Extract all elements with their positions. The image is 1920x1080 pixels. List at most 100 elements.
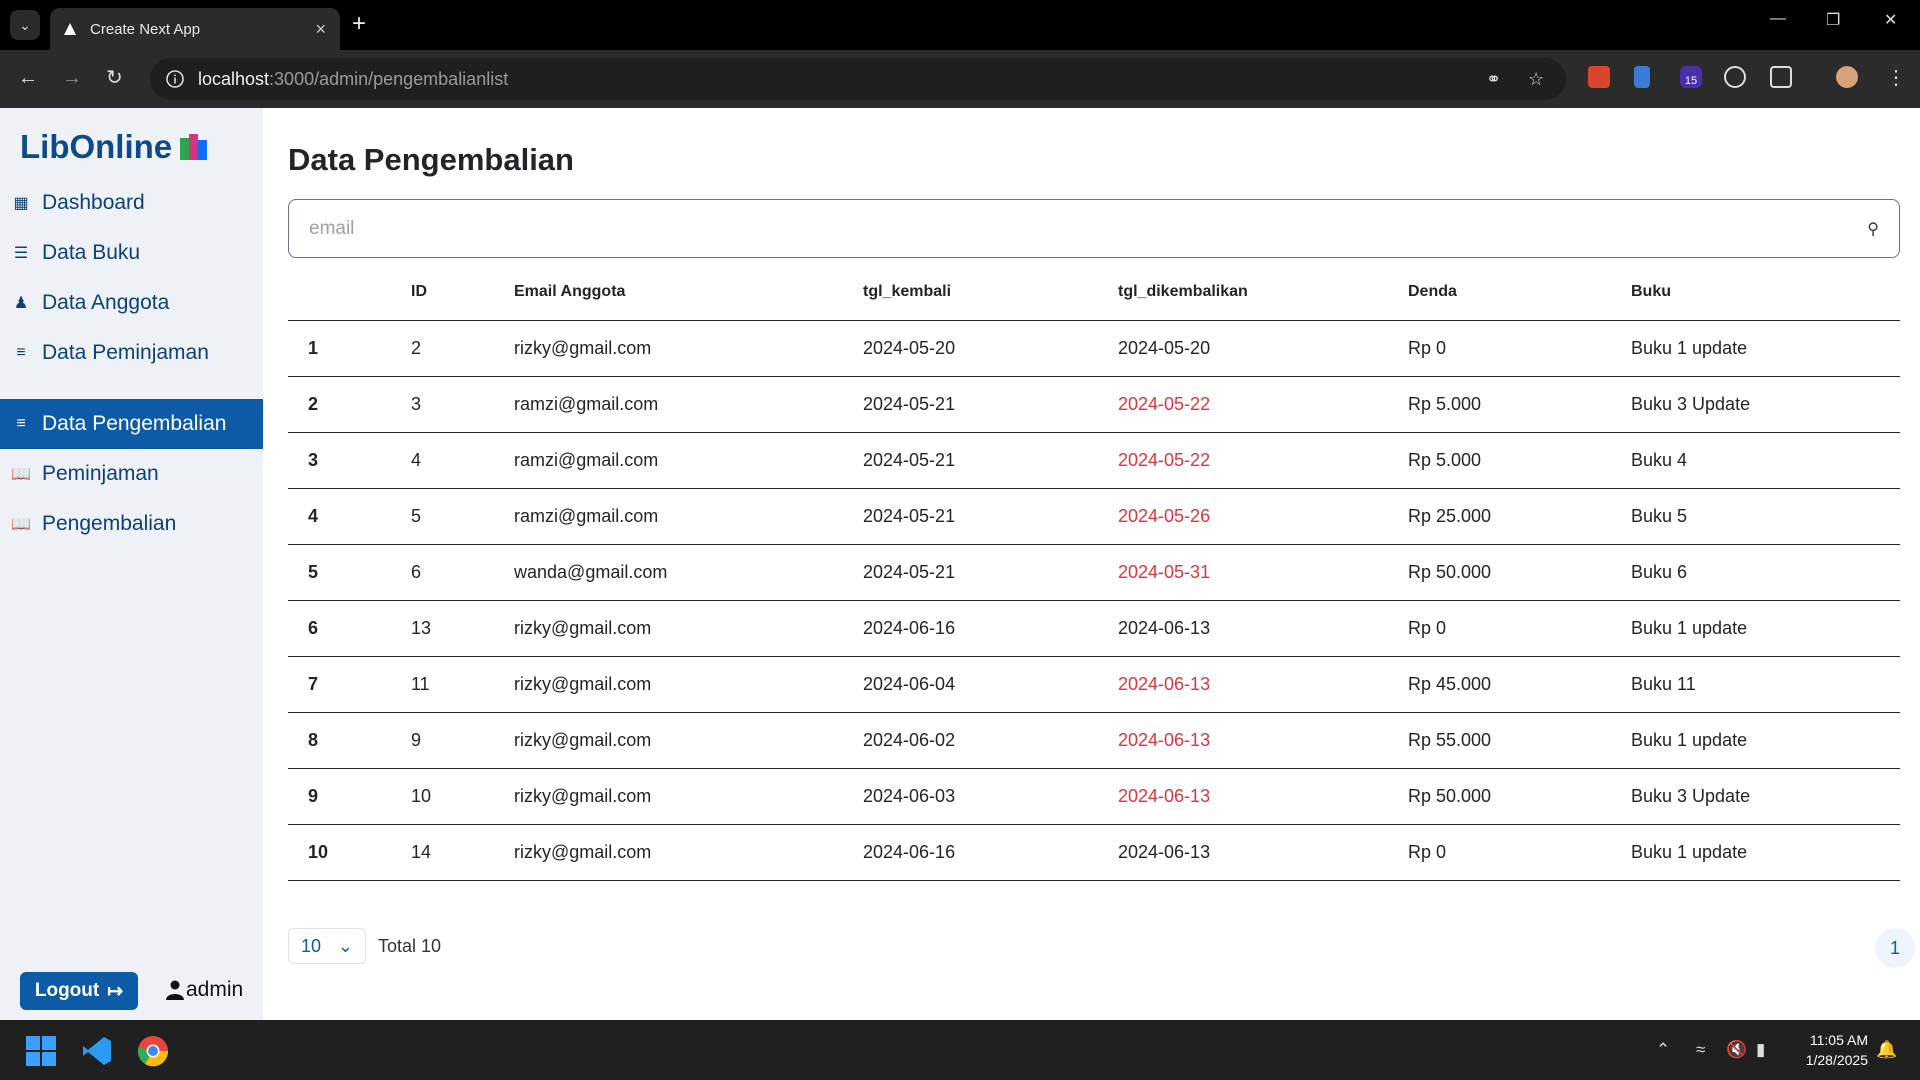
back-arrow-icon[interactable]: ← [18,65,38,91]
cell-id: 6 [411,544,514,601]
layers-icon: ≡ [16,415,26,432]
cell-buku: Buku 4 [1631,432,1900,489]
cell-denda: Rp 50.000 [1408,544,1631,601]
site-info-icon[interactable] [166,70,184,88]
vscode-icon[interactable] [80,1034,114,1068]
window-close-icon[interactable]: ✕ [1884,10,1897,30]
cell-tgl-dikembalikan: 2024-06-13 [1118,768,1408,825]
logout-button[interactable]: Logout ↦ [20,972,138,1010]
extension-docs-icon[interactable] [1634,66,1650,88]
battery-icon[interactable]: ▮ [1756,1040,1765,1060]
cell-tgl-dikembalikan: 2024-06-13 [1118,712,1408,769]
table-row: 4 5 ramzi@gmail.com 2024-05-21 2024-05-26 Rp … [288,488,1900,545]
cell-id: 14 [411,824,514,881]
table-row: 5 6 wanda@gmail.com 2024-05-21 2024-05-31 Rp … [288,544,1900,601]
cell-buku: Buku 3 Update [1631,768,1900,825]
cell-buku: Buku 6 [1631,544,1900,601]
sidebar-item-label: Peminjaman [42,462,159,485]
total-count: Total 10 [378,935,442,956]
table-row: 2 3 ramzi@gmail.com 2024-05-21 2024-05-22 Rp … [288,376,1900,433]
volume-muted-icon[interactable]: 🔇 [1726,1040,1747,1060]
table-row: 1 2 rizky@gmail.com 2024-05-20 2024-05-20 Rp … [288,320,1900,377]
browser-tab[interactable]: Create Next App × [50,8,340,50]
cell-buku: Buku 1 update [1631,600,1900,657]
cell-denda: Rp 55.000 [1408,712,1631,769]
user-icon [166,980,184,1000]
books-icon [180,134,208,160]
extension-badge-icon[interactable]: 15 [1680,66,1702,88]
bookmark-star-icon[interactable]: ☆ [1528,69,1544,90]
page-size-select[interactable]: 10 ⌄ [288,928,366,964]
cell-tgl-kembali: 2024-05-20 [863,320,1118,377]
cell-id: 2 [411,320,514,377]
cell-tgl-kembali: 2024-06-02 [863,712,1118,769]
clock-date: 1/28/2025 [1805,1052,1868,1068]
cell-email: rizky@gmail.com [514,768,863,825]
main-content: Data Pengembalian ⚲ ID Email Anggota tgl… [263,108,1920,1020]
cell-buku: Buku 1 update [1631,712,1900,769]
wifi-icon[interactable]: ≈ [1696,1040,1705,1060]
chrome-icon[interactable] [136,1034,170,1068]
page-size-value: 10 [301,935,322,956]
page-button-current[interactable]: 1 [1875,928,1915,968]
address-bar[interactable]: localhost:3000/admin/pengembalianlist ⚭ … [150,58,1566,100]
cell-denda: Rp 25.000 [1408,488,1631,545]
sidebar-item-data-peminjaman[interactable]: ≡ Data Peminjaman [0,328,263,378]
sidebar-item-label: Data Peminjaman [42,341,209,364]
cell-id: 10 [411,768,514,825]
sidebar-item-data-buku[interactable]: ☰ Data Buku [0,228,263,278]
cell-tgl-kembali: 2024-06-16 [863,600,1118,657]
reload-icon[interactable]: ↻ [106,65,123,91]
table-row: 8 9 rizky@gmail.com 2024-06-02 2024-06-13 Rp … [288,712,1900,769]
cell-email: rizky@gmail.com [514,824,863,881]
chevron-down-icon: ⌄ [337,935,353,956]
browser-menu-icon[interactable]: ⋮ [1886,65,1906,91]
cell-email: ramzi@gmail.com [514,432,863,489]
cell-denda: Rp 5.000 [1408,376,1631,433]
sidebar-item-dashboard[interactable]: ▦ Dashboard [0,178,263,228]
new-tab-plus-icon[interactable]: + [352,12,366,36]
column-header-buku: Buku [1631,265,1900,321]
cell-tgl-kembali: 2024-05-21 [863,376,1118,433]
system-clock[interactable]: 11:05 AM 1/28/2025 [1806,1030,1868,1070]
column-header-denda: Denda [1408,265,1631,321]
cell-email: ramzi@gmail.com [514,376,863,433]
sidebar-item-peminjaman[interactable]: 📖 Peminjaman [0,449,263,499]
brand-logo[interactable]: LibOnline [20,128,212,166]
extension-profile-icon[interactable] [1724,66,1746,88]
cell-tgl-kembali: 2024-05-21 [863,488,1118,545]
profile-avatar[interactable] [1836,66,1858,88]
windows-start-icon[interactable] [24,1034,58,1068]
brand-name: LibOnline [20,128,173,165]
cell-tgl-dikembalikan: 2024-06-13 [1118,824,1408,881]
row-number: 8 [288,712,411,769]
sidebar-item-data-anggota[interactable]: ♟ Data Anggota [0,278,263,328]
cell-tgl-kembali: 2024-06-16 [863,824,1118,881]
cell-tgl-kembali: 2024-05-21 [863,432,1118,489]
cell-buku: Buku 1 update [1631,320,1900,377]
users-icon: ♟ [13,295,29,312]
extensions-puzzle-icon[interactable] [1770,66,1792,88]
cell-denda: Rp 45.000 [1408,656,1631,713]
cell-buku: Buku 5 [1631,488,1900,545]
page-title: Data Pengembalian [288,142,574,177]
restore-icon[interactable]: ❐ [1826,10,1840,30]
search-bar: ⚲ [288,199,1900,258]
extension-red-icon[interactable] [1588,66,1610,88]
tab-search-chevron-icon[interactable]: ⌄ [10,10,40,40]
notification-bell-icon[interactable]: 🔔 [1876,1040,1897,1060]
forward-arrow-icon[interactable]: → [62,65,82,91]
tray-chevron-up-icon[interactable]: ⌃ [1656,1040,1670,1060]
minimize-icon[interactable]: — [1770,10,1786,28]
tab-close-icon[interactable]: × [315,19,326,40]
clock-time: 11:05 AM [1809,1032,1868,1048]
search-icon[interactable]: ⚲ [1867,219,1879,239]
sidebar-item-label: Dashboard [42,191,145,214]
app-root: LibOnline ▦ Dashboard ☰ Data Buku ♟ Data… [0,108,1920,1020]
search-input[interactable] [309,217,1868,240]
sidebar-item-data-pengembalian[interactable]: ≡ Data Pengembalian [0,399,263,449]
cell-email: rizky@gmail.com [514,320,863,377]
cell-email: wanda@gmail.com [514,544,863,601]
password-key-icon[interactable]: ⚭ [1486,69,1501,90]
sidebar-item-pengembalian[interactable]: 📖 Pengembalian [0,499,263,549]
